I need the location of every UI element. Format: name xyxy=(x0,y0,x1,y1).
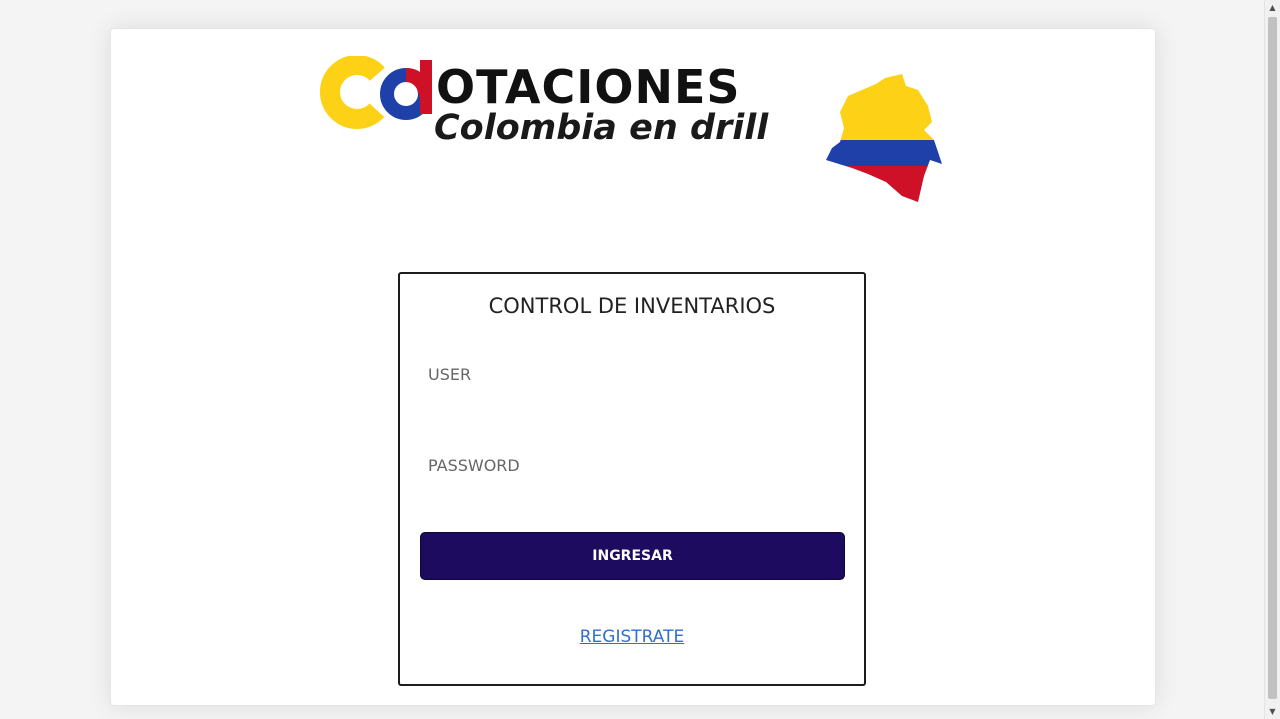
scroll-up-arrow-icon[interactable]: ▲ xyxy=(1265,0,1280,15)
logo-d-stem xyxy=(420,60,432,114)
brand-subtitle: Colombia en drill xyxy=(434,108,769,148)
vertical-scrollbar[interactable]: ▲ ▼ xyxy=(1264,0,1280,719)
colombia-map xyxy=(826,74,942,202)
ingresar-button[interactable]: INGRESAR xyxy=(420,532,845,580)
login-form: CONTROL DE INVENTARIOS INGRESAR REGISTRA… xyxy=(398,272,866,686)
brand-logo: OTACIONES Colombia en drill xyxy=(320,56,946,208)
scroll-thumb[interactable] xyxy=(1268,17,1277,699)
brand-title: OTACIONES xyxy=(436,60,741,114)
register-link[interactable]: REGISTRATE xyxy=(400,627,864,647)
page: OTACIONES Colombia en drill CONTROL DE I… xyxy=(0,0,1280,719)
password-input[interactable] xyxy=(420,447,856,483)
scroll-down-arrow-icon[interactable]: ▼ xyxy=(1265,704,1280,719)
login-title: CONTROL DE INVENTARIOS xyxy=(488,294,776,318)
logo-c-ring xyxy=(320,56,394,129)
user-input[interactable] xyxy=(420,356,856,392)
